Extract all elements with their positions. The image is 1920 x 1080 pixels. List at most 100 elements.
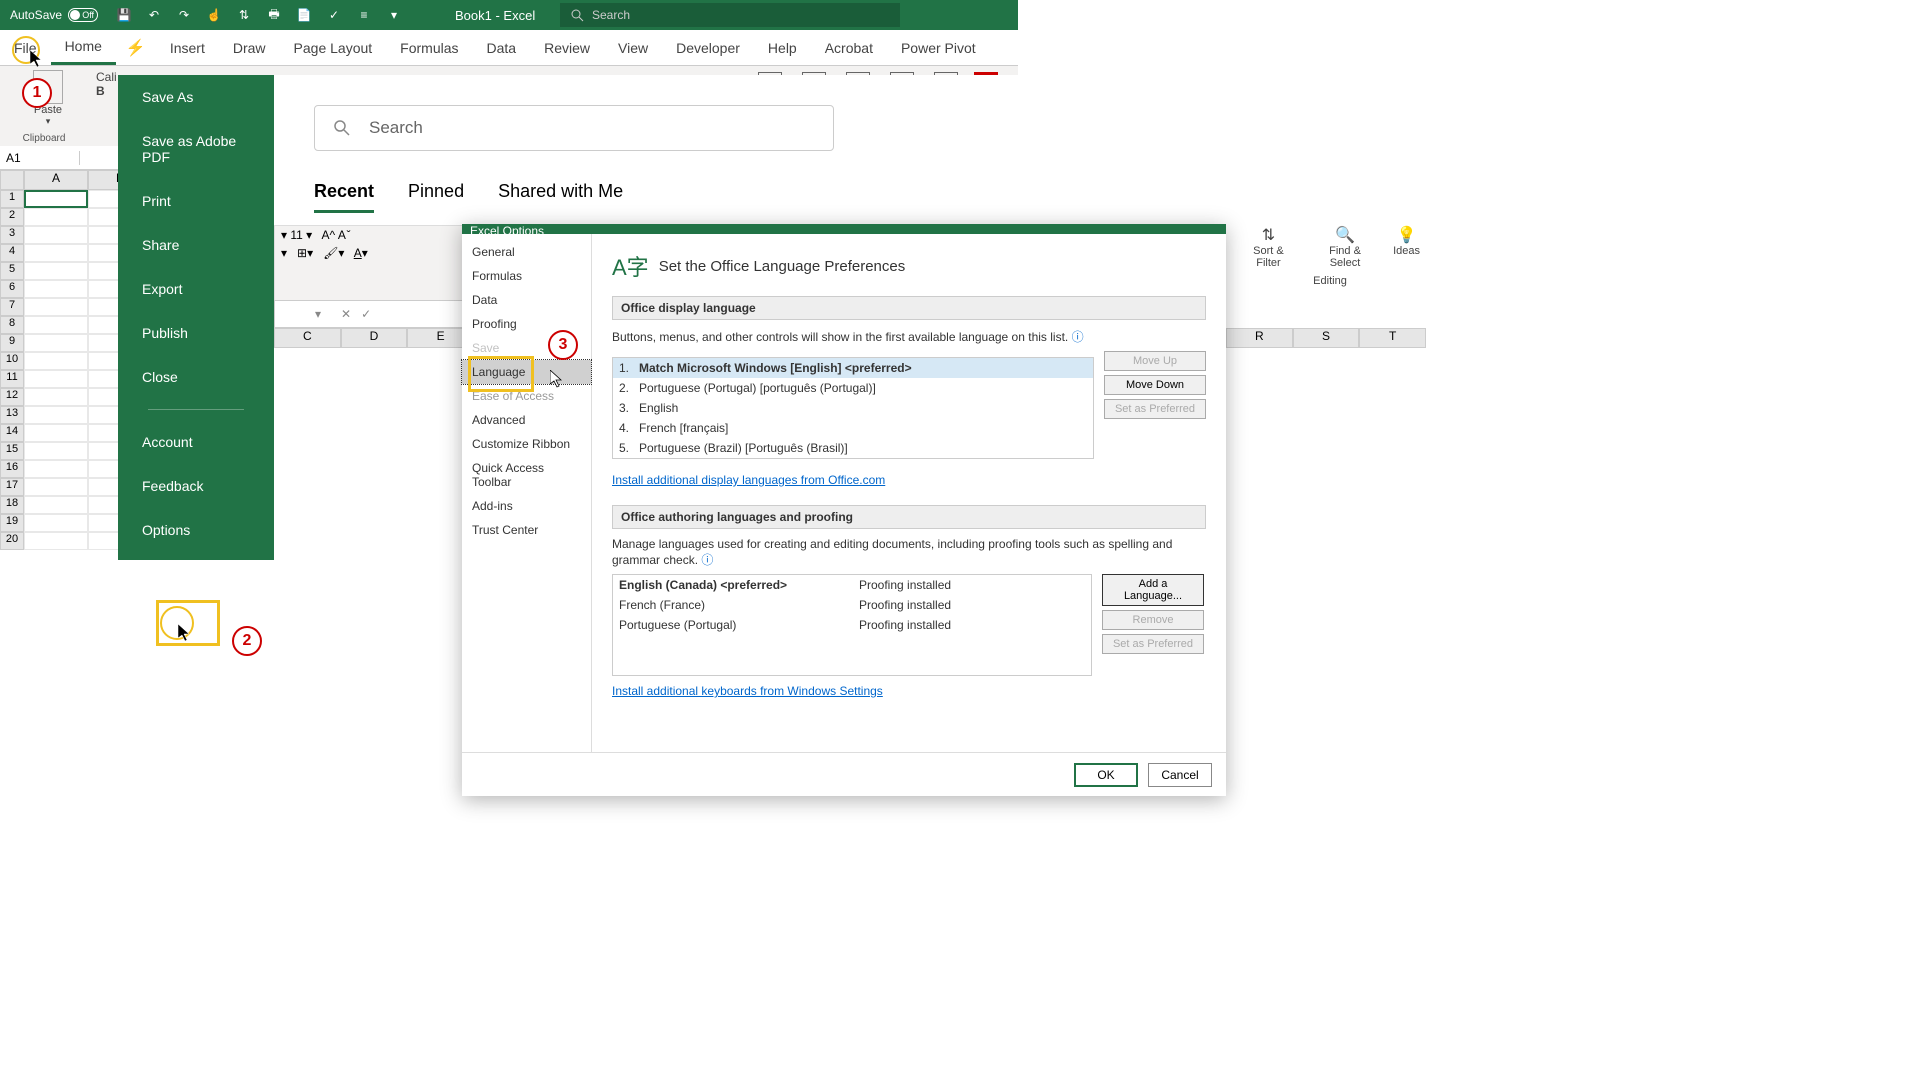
col-header[interactable]: D	[341, 328, 408, 348]
select-all-corner[interactable]	[0, 170, 24, 190]
tab-data[interactable]: Data	[473, 30, 531, 65]
install-display-link[interactable]: Install additional display languages fro…	[612, 473, 885, 487]
menu-export[interactable]: Export	[118, 267, 274, 311]
row-header[interactable]: 14	[0, 424, 24, 442]
name-box[interactable]: A1	[0, 151, 80, 165]
cell[interactable]	[24, 208, 88, 226]
nav-formulas[interactable]: Formulas	[462, 264, 591, 288]
add-language-button[interactable]: Add a Language...	[1102, 574, 1204, 606]
cell[interactable]	[24, 370, 88, 388]
cell[interactable]	[24, 226, 88, 244]
cancel-icon[interactable]: ✕	[341, 307, 351, 321]
row-header[interactable]: 7	[0, 298, 24, 316]
ink-icon[interactable]: ⚡	[126, 38, 146, 58]
menu-save-as[interactable]: Save As	[118, 75, 274, 119]
cell[interactable]	[24, 442, 88, 460]
cell[interactable]	[24, 478, 88, 496]
cell[interactable]	[24, 352, 88, 370]
tab-developer[interactable]: Developer	[662, 30, 754, 65]
row-header[interactable]: 15	[0, 442, 24, 460]
info-icon[interactable]: ⓘ	[701, 553, 713, 567]
cell[interactable]	[24, 514, 88, 532]
tab-formulas[interactable]: Formulas	[386, 30, 472, 65]
cell[interactable]	[24, 316, 88, 334]
row-header[interactable]: 11	[0, 370, 24, 388]
col-header[interactable]: R	[1226, 328, 1293, 348]
tab-shared[interactable]: Shared with Me	[498, 181, 623, 213]
sort-icon[interactable]: ⇅	[236, 7, 252, 23]
row-header[interactable]: 1	[0, 190, 24, 208]
page-icon[interactable]: 📄	[296, 7, 312, 23]
install-keyboards-link[interactable]: Install additional keyboards from Window…	[612, 684, 883, 698]
save-icon[interactable]: 💾	[116, 7, 132, 23]
more-icon[interactable]: ▾	[386, 7, 402, 23]
tab-help[interactable]: Help	[754, 30, 811, 65]
cell[interactable]	[24, 406, 88, 424]
info-icon[interactable]: ⓘ	[1072, 330, 1084, 344]
col-header[interactable]: T	[1359, 328, 1426, 348]
menu-options[interactable]: Options	[118, 508, 274, 552]
row-header[interactable]: 19	[0, 514, 24, 532]
col-header[interactable]: C	[274, 328, 341, 348]
menu-feedback[interactable]: Feedback	[118, 464, 274, 508]
cell[interactable]	[24, 460, 88, 478]
bold-button[interactable]: B	[96, 84, 105, 98]
row-header[interactable]: 16	[0, 460, 24, 478]
undo-icon[interactable]: ↶	[146, 7, 162, 23]
spell-icon[interactable]: ✓	[326, 7, 342, 23]
tab-page-layout[interactable]: Page Layout	[280, 30, 387, 65]
menu-print[interactable]: Print	[118, 179, 274, 223]
cell[interactable]	[24, 424, 88, 442]
ideas-button[interactable]: Ideas	[1393, 245, 1420, 257]
menu-save-pdf[interactable]: Save as Adobe PDF	[118, 119, 274, 179]
font-size-display[interactable]: ▾ 11 ▾ A^ A ̌	[275, 226, 473, 244]
tab-acrobat[interactable]: Acrobat	[811, 30, 887, 65]
indent-icon[interactable]: ≡	[356, 7, 372, 23]
nav-ease[interactable]: Ease of Access	[462, 384, 591, 408]
backstage-search[interactable]: Search	[314, 105, 834, 151]
row-header[interactable]: 18	[0, 496, 24, 514]
find-select-button[interactable]: Find & Select	[1313, 245, 1377, 269]
nav-language[interactable]: Language	[462, 360, 591, 384]
remove-button[interactable]: Remove	[1102, 610, 1204, 630]
font-buttons[interactable]: ▾ ⊞▾ 🖌▾ A▾	[275, 244, 473, 262]
font-name[interactable]: Cali	[96, 70, 117, 84]
redo-icon[interactable]: ↷	[176, 7, 192, 23]
nav-addins[interactable]: Add-ins	[462, 494, 591, 518]
tab-draw[interactable]: Draw	[219, 30, 280, 65]
move-down-button[interactable]: Move Down	[1104, 375, 1206, 395]
row-header[interactable]: 4	[0, 244, 24, 262]
cell[interactable]	[24, 262, 88, 280]
cell[interactable]	[24, 244, 88, 262]
title-search-box[interactable]: Search	[560, 3, 900, 27]
cell[interactable]	[24, 280, 88, 298]
touch-mode-icon[interactable]: ☝	[206, 7, 222, 23]
row-header[interactable]: 3	[0, 226, 24, 244]
row-header[interactable]: 10	[0, 352, 24, 370]
tab-pinned[interactable]: Pinned	[408, 181, 464, 213]
menu-share[interactable]: Share	[118, 223, 274, 267]
display-language-list[interactable]: 1.Match Microsoft Windows [English] <pre…	[612, 357, 1094, 459]
cell[interactable]	[24, 334, 88, 352]
nav-qat[interactable]: Quick Access Toolbar	[462, 456, 591, 494]
set-preferred-button-2[interactable]: Set as Preferred	[1102, 634, 1204, 654]
col-header[interactable]: S	[1293, 328, 1360, 348]
cell[interactable]	[24, 298, 88, 316]
menu-account[interactable]: Account	[118, 420, 274, 464]
row-header[interactable]: 17	[0, 478, 24, 496]
nav-trust[interactable]: Trust Center	[462, 518, 591, 542]
print-icon[interactable]: 🖶	[266, 7, 282, 23]
autosave-toggle[interactable]: AutoSave Off	[10, 8, 98, 22]
tab-insert[interactable]: Insert	[156, 30, 219, 65]
tab-power-pivot[interactable]: Power Pivot	[887, 30, 990, 65]
cell[interactable]	[24, 190, 88, 208]
ok-button[interactable]: OK	[1074, 763, 1138, 787]
menu-publish[interactable]: Publish	[118, 311, 274, 355]
nav-general[interactable]: General	[462, 240, 591, 264]
row-header[interactable]: 5	[0, 262, 24, 280]
tab-view[interactable]: View	[604, 30, 662, 65]
row-header[interactable]: 12	[0, 388, 24, 406]
col-header[interactable]: A	[24, 170, 88, 190]
cancel-button[interactable]: Cancel	[1148, 763, 1212, 787]
row-header[interactable]: 8	[0, 316, 24, 334]
